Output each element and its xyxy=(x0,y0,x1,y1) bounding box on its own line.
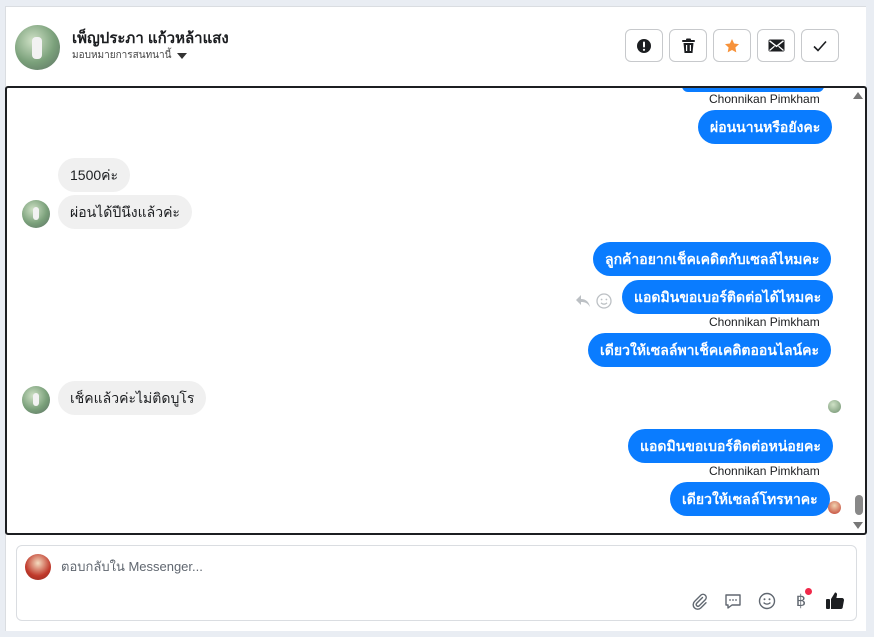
assign-label: มอบหมายการสนทนานี้ xyxy=(72,50,172,61)
scroll-down-arrow-icon[interactable] xyxy=(853,522,863,529)
envelope-icon xyxy=(768,39,784,52)
incoming-message[interactable]: 1500ค่ะ xyxy=(58,158,131,192)
outgoing-message[interactable]: เดียวให้เซลล์พาเช็คเคดิตออนไลน์คะ xyxy=(588,333,831,367)
sender-name: Chonnikan Pimkham xyxy=(709,92,820,106)
star-button[interactable] xyxy=(713,29,751,62)
outgoing-message[interactable]: แอดมินขอเบอร์ติดต่อหน่อยคะ xyxy=(628,429,833,463)
sender-name: Chonnikan Pimkham xyxy=(709,315,820,329)
outgoing-message[interactable]: แอดมินขอเบอร์ติดต่อได้ไหมคะ xyxy=(622,280,834,314)
scroll-thumb[interactable] xyxy=(855,495,863,515)
incoming-message[interactable]: เช็คแล้วค่ะไม่ติดบูโร xyxy=(58,381,207,415)
conversation-header: เพ็ญประภา แก้วหล้าแสง มอบหมายการสนทนานี้ xyxy=(6,6,866,86)
outgoing-message[interactable]: ลูกค้าอยากเช็คเคดิตกับเซลล์ไหมคะ xyxy=(593,242,832,276)
reply-composer: ฿ xyxy=(16,545,857,621)
emoji-icon xyxy=(758,592,776,610)
agent-avatar xyxy=(25,554,51,580)
mark-done-button[interactable] xyxy=(801,29,839,62)
saved-reply-icon xyxy=(725,594,741,609)
react-emoji-icon[interactable] xyxy=(596,293,612,309)
trash-icon xyxy=(681,38,695,53)
contact-name[interactable]: เพ็ญประภา แก้วหล้าแสง xyxy=(72,26,229,50)
mark-unread-button[interactable] xyxy=(757,29,795,62)
contact-avatar[interactable] xyxy=(15,25,60,70)
attach-button[interactable] xyxy=(688,590,710,612)
composer-toolbar: ฿ xyxy=(688,588,846,612)
reply-input[interactable] xyxy=(61,559,661,574)
check-icon xyxy=(813,40,827,52)
saved-reply-button[interactable] xyxy=(722,590,744,612)
thread-scrollbar[interactable] xyxy=(851,88,865,533)
delete-button[interactable] xyxy=(669,29,707,62)
sender-name: Chonnikan Pimkham xyxy=(709,464,820,478)
baht-icon: ฿ xyxy=(795,593,807,610)
caret-down-icon xyxy=(177,52,188,59)
scroll-up-arrow-icon[interactable] xyxy=(853,92,863,99)
star-icon xyxy=(725,38,739,52)
conversation-panel: เพ็ญประภา แก้วหล้าแสง มอบหมายการสนทนานี้ xyxy=(5,6,867,631)
paperclip-icon xyxy=(692,593,707,610)
message-thread[interactable]: Chonnikan Pimkham ผ่อนนานหรือยังคะ 1500ค… xyxy=(5,86,867,535)
emoji-button[interactable] xyxy=(756,590,778,612)
incoming-message[interactable]: ผ่อนได้ปีนึงแล้วค่ะ xyxy=(58,195,192,229)
payment-button[interactable]: ฿ xyxy=(790,588,812,612)
reply-icon[interactable] xyxy=(575,294,591,308)
thumbs-up-icon xyxy=(826,592,845,609)
contact-avatar-small[interactable] xyxy=(22,386,50,414)
mark-spam-button[interactable] xyxy=(625,29,663,62)
assign-conversation-dropdown[interactable]: มอบหมายการสนทนานี้ xyxy=(72,48,188,63)
seen-avatar-contact xyxy=(828,400,841,413)
outgoing-message[interactable]: เดียวให้เซลล์โทรหาคะ xyxy=(670,482,830,516)
like-button[interactable] xyxy=(824,590,846,612)
notification-dot xyxy=(805,588,812,595)
contact-avatar-small[interactable] xyxy=(22,200,50,228)
header-actions xyxy=(625,29,839,62)
seen-avatar-agent xyxy=(828,501,841,514)
outgoing-message[interactable]: ผ่อนนานหรือยังคะ xyxy=(698,110,833,144)
alert-icon xyxy=(637,38,651,53)
message-hover-actions xyxy=(575,293,612,309)
